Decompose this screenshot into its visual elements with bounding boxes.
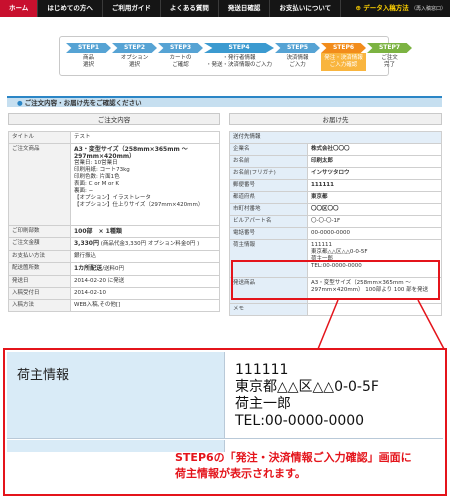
zoom-value: 111111 東京都△△区△△0-0-5F 荷主一郎 TEL:00-0000-0… <box>235 362 379 429</box>
zoom-label: 荷主情報 <box>7 352 225 438</box>
caption: STEP6の「発注・決済情報ご入力確認」画面に 荷主情報が表示されます。 <box>175 451 412 480</box>
